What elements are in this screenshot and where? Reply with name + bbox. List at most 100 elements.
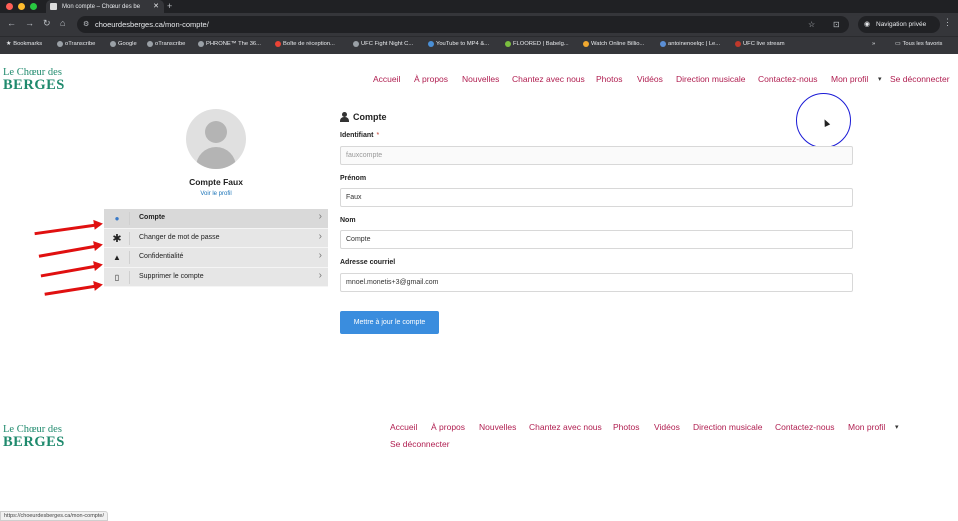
nav-link-chantez[interactable]: Chantez avec nous [512,74,585,84]
bookmark-item[interactable]: UFC Fight Night C... [353,41,413,47]
address-url: choeurdesberges.ca/mon-compte/ [95,20,209,29]
extensions-icon[interactable]: ⊡ [833,16,840,33]
back-arrow-icon[interactable]: ← [7,18,16,28]
address-bar[interactable]: ⚙ choeurdesberges.ca/mon-compte/ ☆ ⊡ [77,16,849,33]
site-logo[interactable]: Le Chœur des BERGES [3,67,69,97]
chevron-down-icon[interactable]: ▾ [878,75,882,83]
footer-link-chantez[interactable]: Chantez avec nous [529,422,602,432]
annotation-arrow [38,244,101,258]
all-bookmarks-button[interactable]: ▭ Tous les favoris [895,41,942,47]
maximize-window-button[interactable] [30,3,37,10]
bookmark-item[interactable]: PHRONE™ The 36... [198,41,261,47]
divider [129,231,130,245]
reload-icon[interactable]: ↻ [43,18,51,29]
annotation-arrow [40,264,101,278]
bookmark-item[interactable]: Watch Online Billio... [583,41,644,47]
bookmark-item[interactable]: YouTube to MP4 &... [428,41,489,47]
favicon-icon [505,41,511,47]
lastname-label: Nom [340,217,356,224]
view-profile-link[interactable]: Voir le profil [150,191,282,197]
footer-link-nouvelles[interactable]: Nouvelles [479,422,516,432]
nav-link-direction[interactable]: Direction musicale [676,74,745,84]
account-menu-item-compte[interactable]: ● Compte › [104,209,328,229]
favicon-icon [428,41,434,47]
profile-name: Compte Faux [189,177,243,187]
footer-link-mon-profil[interactable]: Mon profil [848,422,885,432]
browser-chrome: Mon compte – Chœur des be ✕ + ← → ↻ ⌂ ⚙ … [0,0,958,54]
account-menu-item-delete[interactable]: ▯ Supprimer le compte › [104,267,328,287]
lastname-field[interactable]: Compte [340,230,853,249]
account-menu-item-password[interactable]: ✱ Changer de mot de passe › [104,228,328,248]
avatar [186,109,246,169]
private-label: Navigation privée [876,21,927,28]
status-bar-url: https://choeurdesberges.ca/mon-compte/ [0,511,108,521]
footer-link-contact[interactable]: Contactez-nous [775,422,835,432]
bookmark-item[interactable]: Google [110,41,137,47]
wordpress-icon [660,41,666,47]
username-field: fauxcompte [340,146,853,165]
home-icon[interactable]: ⌂ [60,18,65,28]
update-account-button[interactable]: Mettre à jour le compte [340,311,439,334]
window-controls [6,3,37,10]
form-title: Compte [340,112,387,122]
footer-link-accueil[interactable]: Accueil [390,422,417,432]
site-info-icon[interactable]: ⚙ [83,16,89,33]
user-icon [340,112,349,122]
firstname-field[interactable]: Faux [340,188,853,207]
close-window-button[interactable] [6,3,13,10]
nav-link-mon-profil[interactable]: Mon profil [831,74,868,84]
bookmark-item[interactable]: Boîte de réception... [275,41,335,47]
browser-menu-icon[interactable]: ⋮ [943,17,952,28]
nav-link-deconnecter[interactable]: Se déconnecter [890,74,950,84]
divider [129,212,130,225]
footer-link-photos[interactable]: Photos [613,422,639,432]
footer-link-direction[interactable]: Direction musicale [693,422,762,432]
account-menu-item-privacy[interactable]: ▲ Confidentialité › [104,248,328,268]
divider [129,251,130,264]
bookmarks-bar: ★ Bookmarks oTranscribe Google oTranscrib… [0,36,958,54]
bookmark-item[interactable]: ★ Bookmarks [6,41,42,47]
footer-link-videos[interactable]: Vidéos [654,422,680,432]
bookmark-star-icon[interactable]: ☆ [808,16,815,33]
private-mode-badge[interactable]: ◉ Navigation privée [858,16,940,33]
nav-link-nouvelles[interactable]: Nouvelles [462,74,499,84]
chevron-down-icon[interactable]: ▾ [895,423,899,431]
nav-link-a-propos[interactable]: À propos [414,74,448,84]
lock-icon: ▲ [113,253,121,262]
nav-link-photos[interactable]: Photos [596,74,622,84]
tab-favicon-icon [50,3,57,10]
forward-arrow-icon[interactable]: → [25,18,34,28]
firstname-label: Prénom [340,175,367,182]
footer-link-a-propos[interactable]: À propos [431,422,465,432]
more-bookmarks-icon[interactable]: » [872,41,875,47]
avatar-head [205,121,227,143]
footer-link-deconnecter[interactable]: Se déconnecter [390,439,450,449]
chevron-right-icon: › [318,211,322,222]
nav-link-contact[interactable]: Contactez-nous [758,74,818,84]
bookmark-item[interactable]: UFC live stream [735,41,785,47]
footer-logo[interactable]: Le Chœur des BERGES [3,424,69,454]
favicon-icon [353,41,359,47]
divider [129,270,130,284]
favicon-icon [198,41,204,47]
favicon-icon [147,41,153,47]
bookmark-item[interactable]: oTranscribe [147,41,185,47]
annotation-arrow [44,284,101,296]
bookmark-item[interactable]: oTranscribe [57,41,95,47]
required-marker: * [376,132,380,139]
close-tab-icon[interactable]: ✕ [153,2,159,10]
minimize-window-button[interactable] [18,3,25,10]
browser-tab[interactable]: Mon compte – Chœur des be ✕ [46,0,164,13]
favicon-icon [735,41,741,47]
bookmark-item[interactable]: antoinenoelqc | Le... [660,41,720,47]
new-tab-icon[interactable]: + [167,0,172,12]
email-field[interactable]: mnoel.monetis+3@gmail.com [340,273,853,292]
nav-link-accueil[interactable]: Accueil [373,74,400,84]
nav-link-videos[interactable]: Vidéos [637,74,663,84]
asterisk-icon: ✱ [112,232,122,245]
bookmark-item[interactable]: FLOORED | Babelg... [505,41,569,47]
incognito-icon: ◉ [864,21,871,28]
user-icon: ● [114,214,120,223]
chevron-right-icon: › [318,269,322,281]
folder-icon: ▭ [895,41,901,47]
